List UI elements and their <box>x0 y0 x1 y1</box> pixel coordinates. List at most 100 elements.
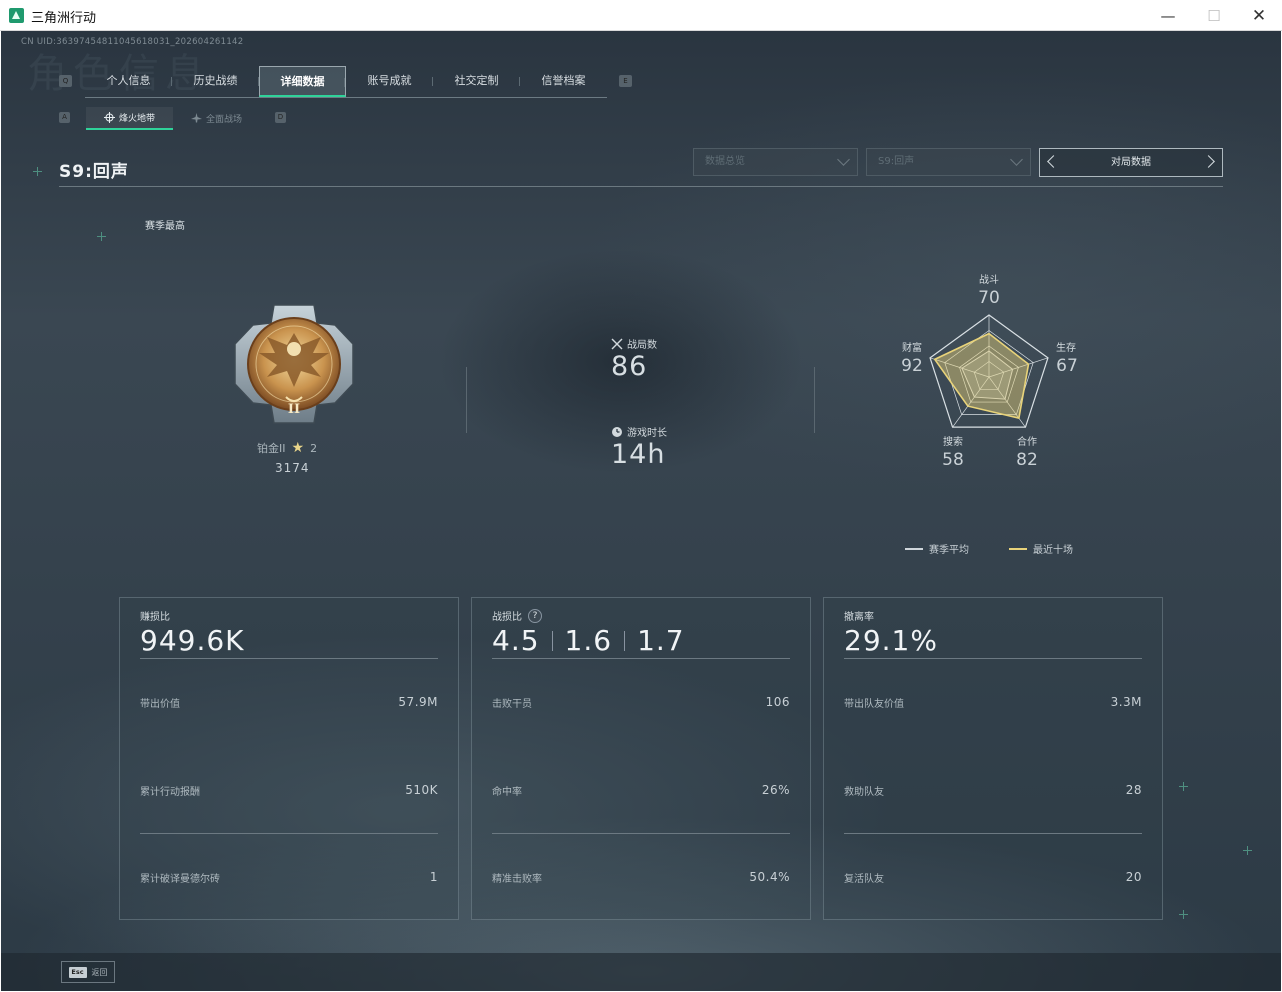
row-label: 带出队友价值 <box>844 699 904 710</box>
tab-credit-record[interactable]: 信誉档案 <box>520 66 607 97</box>
playtime-value: 14h <box>611 439 666 470</box>
decor-cross-icon <box>1243 846 1252 855</box>
match-data-switcher[interactable]: 对局数据 <box>1039 148 1223 177</box>
star-icon: ★ <box>291 440 305 456</box>
tab-detailed-data[interactable]: 详细数据 <box>259 66 346 97</box>
matches-value: 86 <box>611 351 648 382</box>
window-title: 三角洲行动 <box>31 11 97 26</box>
row-label: 累计行动报酬 <box>140 787 200 798</box>
key-hint-d: D <box>275 112 286 123</box>
card-label: 赚损比 <box>140 612 170 623</box>
card-divider <box>492 833 790 834</box>
card-value: 29.1% <box>844 624 938 657</box>
value-separator <box>551 630 553 651</box>
season-best-label: 赛季最高 <box>145 221 185 232</box>
close-button[interactable]: ✕ <box>1236 0 1282 31</box>
row-label: 带出价值 <box>140 699 180 710</box>
radar-axis-value: 67 <box>1056 356 1078 376</box>
legend-recent-ten: 最近十场 <box>1009 541 1073 556</box>
kd-value: 1.7 <box>637 624 685 657</box>
card-label-row: 战损比 ? <box>492 608 542 623</box>
matches-label-row: 战局数 <box>611 336 657 351</box>
rank-score: 3174 <box>275 461 310 475</box>
esc-key-hint: Esc <box>68 966 87 978</box>
key-hint-q: Q <box>59 75 72 87</box>
subtab-hazard-zone[interactable]: 烽火地带 <box>86 107 173 130</box>
radar-axis-value: 92 <box>901 356 923 376</box>
bottom-bar <box>1 953 1281 991</box>
plane-icon <box>190 113 202 123</box>
card-row: 命中率 26% <box>492 783 790 798</box>
row-label: 精准击败率 <box>492 874 542 885</box>
kd-card: 战损比 ? 4.5 1.6 1.7 击败干员 106 命中率 26% 精准击败率… <box>471 597 811 920</box>
row-label: 复活队友 <box>844 874 884 885</box>
card-value: 949.6K <box>140 624 245 657</box>
tab-social-customize[interactable]: 社交定制 <box>433 66 520 97</box>
tab-personal-info[interactable]: 个人信息 <box>85 66 172 97</box>
crossed-swords-icon <box>611 338 623 349</box>
rank-emblem-icon: II <box>234 304 354 424</box>
decor-cross-icon <box>97 232 106 241</box>
window-titlebar: 三角洲行动 — ☐ ✕ <box>0 0 1282 31</box>
playtime-label: 游戏时长 <box>627 428 667 439</box>
ability-radar-chart: 战斗 70 生存 67 合作 82 搜索 58 财富 92 <box>901 274 1078 470</box>
section-divider <box>466 367 467 433</box>
row-value: 3.3M <box>1110 695 1142 709</box>
card-divider <box>140 833 438 834</box>
tab-achievements[interactable]: 账号成就 <box>346 66 433 97</box>
legend-recent-ten-label: 最近十场 <box>1033 545 1073 556</box>
radar-recent-ten <box>933 332 1030 420</box>
card-row: 带出队友价值 3.3M <box>844 695 1142 710</box>
data-overview-dropdown[interactable]: 数据总览 <box>693 148 858 176</box>
maximize-button[interactable]: ☐ <box>1191 0 1237 31</box>
card-divider <box>844 833 1142 834</box>
card-label: 战损比 <box>492 612 522 623</box>
row-value: 28 <box>1125 783 1142 797</box>
help-icon[interactable]: ? <box>528 608 542 623</box>
user-uid: CN UID:36397454811045618031_202604261142 <box>21 37 244 47</box>
rank-stars: 2 <box>310 441 318 455</box>
tab-match-history[interactable]: 历史战绩 <box>172 66 259 97</box>
card-value-group: 4.5 1.6 1.7 <box>492 624 685 657</box>
back-label: 返回 <box>91 967 108 977</box>
legend-swatch <box>905 547 923 550</box>
back-button[interactable]: Esc 返回 <box>61 961 115 983</box>
crosshair-icon <box>103 112 115 123</box>
row-value: 57.9M <box>398 695 438 709</box>
rank-name: 铂金II <box>257 442 286 455</box>
data-overview-label: 数据总览 <box>705 156 745 167</box>
subtab-all-out-war[interactable]: 全面战场 <box>173 107 260 130</box>
row-value: 26% <box>761 783 790 797</box>
legend-swatch <box>1009 547 1027 550</box>
season-dropdown[interactable]: S9:回声 <box>866 148 1031 176</box>
card-divider <box>844 658 1142 659</box>
radar-axis-label: 财富 <box>902 341 922 354</box>
section-divider <box>814 367 815 433</box>
radar-axis-label: 搜索 <box>943 435 963 448</box>
legend-season-average: 赛季平均 <box>905 541 969 556</box>
card-row: 带出价值 57.9M <box>140 695 438 710</box>
card-row: 精准击败率 50.4% <box>492 870 790 885</box>
row-label: 救助队友 <box>844 787 884 798</box>
kd-value: 1.6 <box>564 624 613 657</box>
value-separator <box>624 630 626 651</box>
row-value: 510K <box>405 783 438 797</box>
chevron-left-icon[interactable] <box>1047 155 1060 168</box>
row-value: 50.4% <box>749 870 790 884</box>
row-label: 累计破译曼德尔砖 <box>140 874 220 885</box>
radar-axis-label: 生存 <box>1056 341 1076 354</box>
row-label: 击败干员 <box>492 699 532 710</box>
row-label: 命中率 <box>492 787 522 798</box>
profit-card: 赚损比 949.6K 带出价值 57.9M 累计行动报酬 510K 累计破译曼德… <box>119 597 459 920</box>
decor-cross-icon <box>1179 782 1188 791</box>
row-value: 106 <box>765 695 790 709</box>
minimize-button[interactable]: — <box>1145 0 1191 31</box>
season-dropdown-label: S9:回声 <box>878 156 915 167</box>
match-data-label: 对局数据 <box>1111 157 1151 168</box>
card-divider <box>140 658 438 659</box>
card-row: 累计行动报酬 510K <box>140 783 438 798</box>
header-divider <box>59 186 1223 187</box>
legend-season-average-label: 赛季平均 <box>929 545 969 556</box>
chevron-right-icon[interactable] <box>1202 155 1215 168</box>
chevron-down-icon <box>837 153 850 166</box>
